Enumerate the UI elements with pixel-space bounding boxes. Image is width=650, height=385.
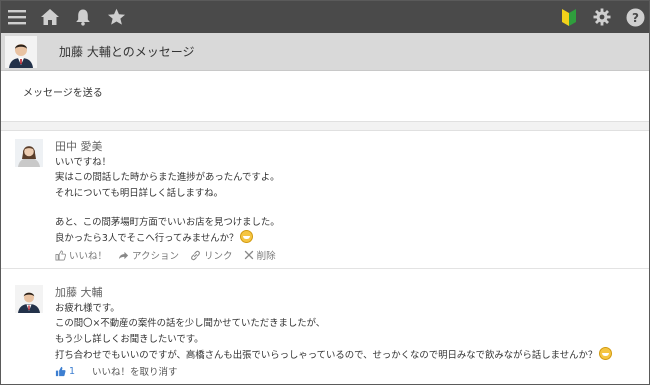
message-line: 良かったら3人でそこへ行ってみませんか？ [55,233,239,245]
message-composer: メッセージを送る [1,71,649,122]
link-label: リンク [204,251,233,262]
action-label: アクション [132,251,180,262]
thumbs-up-icon [55,366,66,376]
message-item: 加藤 大輔 お疲れ様です。 この間〇×不動産の案件の話を少し聞かせていただきまし… [1,269,649,384]
menu-icon[interactable] [7,7,27,27]
message-line-with-emoji: あと、この間茅場町方面でいいお店を見つけました。 [55,215,280,230]
message-body: いいですね！ 実はこの間話した時からまた進捗があったんですよ。 それについても明… [55,155,280,245]
home-icon[interactable] [40,7,60,27]
message-body: お疲れ様です。 この間〇×不動産の案件の話を少し聞かせていただきましたが、 もう… [55,301,613,362]
unlike-button[interactable]: いいね！を取り消す [92,364,178,378]
top-navigation-bar: ? [1,1,649,33]
like-label: いいね！ [69,251,108,262]
star-icon[interactable] [106,7,126,27]
app-frame: ? 加藤 大輔とのメッセージ メッセージを送る 田中 愛美 いいですね！ 実はこ… [0,0,650,385]
like-button[interactable]: いいね！ [55,248,107,262]
delete-button[interactable]: 削除 [244,248,276,262]
conversation-title: 加藤 大輔とのメッセージ [59,45,195,59]
help-icon[interactable]: ? [625,7,645,27]
message-line: あと、この間茅場町方面でいいお店を見つけました。 [55,216,280,228]
beer-emoji-icon [599,346,613,360]
message-actions: 1 いいね！を取り消す [55,364,189,378]
like-count[interactable]: 1 [55,366,81,377]
delete-label: 削除 [256,251,276,262]
message-line: それについても明日詳しく話しますね。 [55,187,224,199]
avatar [15,285,43,313]
send-message-link[interactable]: メッセージを送る [23,84,103,99]
message-line: いいですね！ [55,157,111,168]
conversation-header: 加藤 大輔とのメッセージ [1,33,649,71]
message-line: 打ち合わせでもいいのですが、高橋さんも出張でいらっしゃっているので、せっかくなの… [55,349,598,361]
message-line: お疲れ様です。 [55,303,120,314]
message-item: 田中 愛美 いいですね！ 実はこの間話した時からまた進捗があったんですよ。 それ… [1,131,649,269]
message-author: 田中 愛美 [55,140,103,153]
like-count-value: 1 [69,365,76,377]
gear-icon[interactable] [592,7,612,27]
message-line: 実はこの間話した時からまた進捗があったんですよ。 [55,172,280,184]
arrow-icon [118,251,129,259]
message-line: もう少し詳しくお聞きしたいです。 [55,333,204,345]
message-line-with-emoji: 打ち合わせでもいいのですが、高橋さんも出張でいらっしゃっているので、せっかくなの… [55,346,613,362]
action-button[interactable]: アクション [118,248,179,262]
beginner-mark-icon[interactable] [559,7,579,27]
message-line: この間〇×不動産の案件の話を少し聞かせていただきましたが、 [55,318,326,330]
message-actions: いいね！ アクション リンク 削除 [55,248,287,262]
avatar [15,139,43,167]
avatar [5,36,37,68]
bell-icon[interactable] [73,7,93,27]
close-icon [244,250,253,260]
svg-text:?: ? [632,11,639,25]
thumbs-up-icon [55,250,66,260]
message-line-with-emoji: 良かったら3人でそこへ行ってみませんか？ [55,230,280,245]
link-icon [191,250,200,260]
message-author: 加藤 大輔 [55,286,103,299]
divider [1,122,649,131]
link-button[interactable]: リンク [190,248,233,262]
smile-emoji-icon [240,230,254,244]
message-line [55,201,280,215]
